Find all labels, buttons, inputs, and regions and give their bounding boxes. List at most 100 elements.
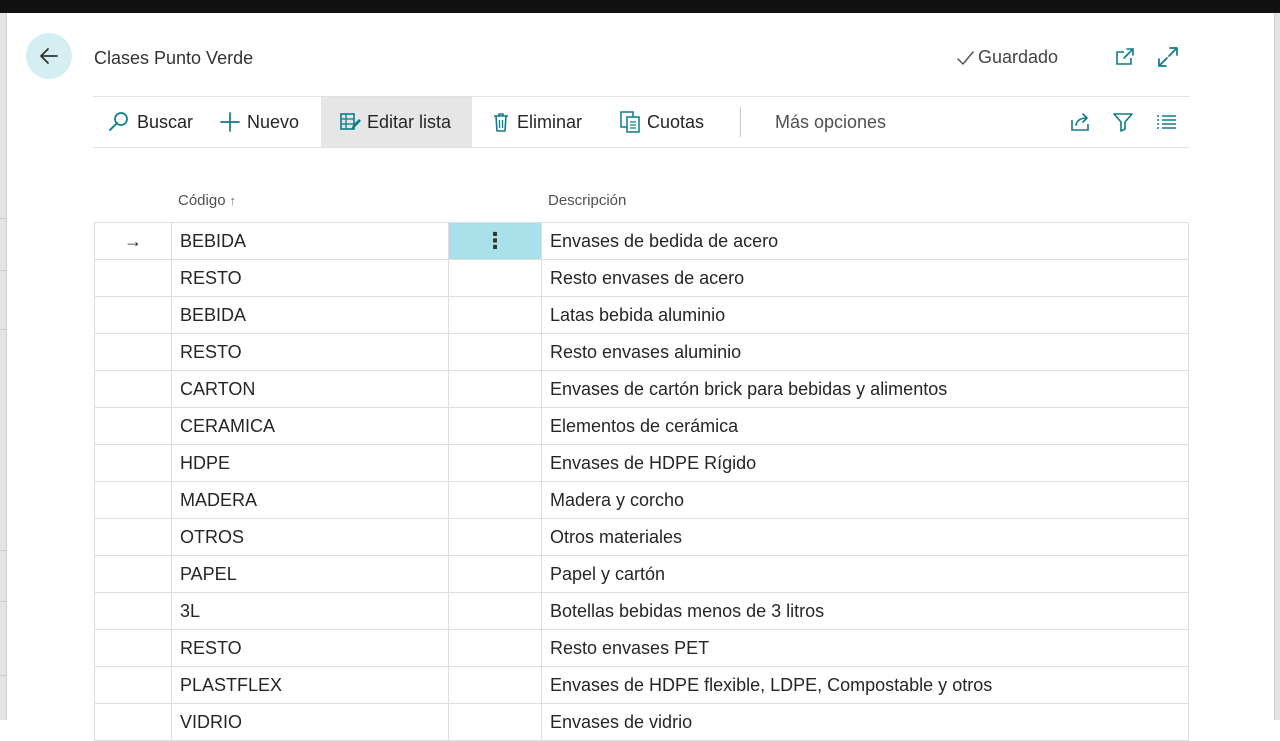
search-button[interactable]: Buscar	[107, 97, 193, 147]
description-cell[interactable]: Elementos de cerámica	[541, 407, 1189, 445]
table-row[interactable]: PAPEL Papel y cartón	[94, 555, 1189, 593]
table-row[interactable]: → BEBIDA ⋮ Envases de bedida de acero	[94, 222, 1189, 260]
code-cell[interactable]: HDPE	[171, 444, 449, 482]
table-row[interactable]: PLASTFLEX Envases de HDPE flexible, LDPE…	[94, 666, 1189, 704]
table-row[interactable]: RESTO Resto envases PET	[94, 629, 1189, 667]
action-bar: Buscar Nuevo Editar lista Eliminar Cuota…	[93, 96, 1189, 148]
sort-ascending-icon: ↑	[229, 193, 237, 208]
code-cell[interactable]: CARTON	[171, 370, 449, 408]
column-header-code-label: Código	[178, 192, 226, 209]
more-vertical-icon: ⋮	[484, 227, 506, 253]
description-cell[interactable]: Envases de vidrio	[541, 703, 1189, 741]
table-row[interactable]: VIDRIO Envases de vidrio	[94, 703, 1189, 741]
row-actions-cell[interactable]	[448, 481, 542, 519]
current-row-arrow-icon: →	[94, 222, 172, 260]
fees-document-icon	[620, 111, 640, 133]
row-actions-cell[interactable]	[448, 333, 542, 371]
delete-button[interactable]: Eliminar	[491, 97, 582, 147]
code-cell[interactable]: PLASTFLEX	[171, 666, 449, 704]
window-top-bar	[0, 0, 1280, 13]
code-cell[interactable]: OTROS	[171, 518, 449, 556]
column-header-description-label: Descripción	[548, 192, 627, 209]
row-indicator-cell	[94, 592, 172, 630]
more-options-button[interactable]: Más opciones	[775, 97, 886, 147]
row-indicator-cell	[94, 407, 172, 445]
row-actions-cell[interactable]	[448, 555, 542, 593]
row-indicator-cell	[94, 666, 172, 704]
column-header-code[interactable]: Código ↑	[178, 192, 236, 209]
row-indicator-cell	[94, 259, 172, 297]
code-cell[interactable]: CERAMICA	[171, 407, 449, 445]
description-cell[interactable]: Papel y cartón	[541, 555, 1189, 593]
row-indicator-cell	[94, 629, 172, 667]
search-icon	[109, 112, 128, 131]
description-cell[interactable]: Envases de HDPE flexible, LDPE, Composta…	[541, 666, 1189, 704]
back-button[interactable]	[26, 33, 72, 79]
row-actions-cell[interactable]	[448, 259, 542, 297]
description-cell[interactable]: Resto envases de acero	[541, 259, 1189, 297]
trash-icon	[494, 113, 508, 132]
row-indicator-cell	[94, 703, 172, 741]
edit-list-button[interactable]: Editar lista	[321, 97, 472, 147]
new-button[interactable]: Nuevo	[219, 97, 299, 147]
table-row[interactable]: RESTO Resto envases de acero	[94, 259, 1189, 297]
code-cell[interactable]: BEBIDA	[171, 296, 449, 334]
row-actions-cell[interactable]	[448, 444, 542, 482]
new-button-label: Nuevo	[247, 111, 300, 132]
plus-icon	[220, 112, 240, 132]
filter-icon[interactable]	[1111, 110, 1135, 134]
row-actions-cell[interactable]	[448, 407, 542, 445]
description-cell[interactable]: Envases de cartón brick para bebidas y a…	[541, 370, 1189, 408]
search-button-label: Buscar	[137, 111, 194, 132]
table-row[interactable]: CERAMICA Elementos de cerámica	[94, 407, 1189, 445]
code-cell[interactable]: 3L	[171, 592, 449, 630]
code-cell[interactable]: PAPEL	[171, 555, 449, 593]
saved-status-label: Guardado	[978, 47, 1059, 67]
fees-button[interactable]: Cuotas	[619, 97, 704, 147]
description-cell[interactable]: Resto envases aluminio	[541, 333, 1189, 371]
description-cell[interactable]: Resto envases PET	[541, 629, 1189, 667]
row-indicator-cell	[94, 370, 172, 408]
background-page-strip	[0, 13, 7, 720]
description-cell[interactable]: Latas bebida aluminio	[541, 296, 1189, 334]
edit-list-icon	[340, 113, 361, 130]
more-options-label: Más opciones	[775, 111, 887, 132]
table-row[interactable]: RESTO Resto envases aluminio	[94, 333, 1189, 371]
row-actions-cell[interactable]	[448, 666, 542, 704]
row-actions-cell[interactable]	[448, 629, 542, 667]
row-actions-cell[interactable]	[448, 370, 542, 408]
page-title: Clases Punto Verde	[94, 48, 254, 68]
expand-icon[interactable]	[1156, 45, 1180, 69]
code-cell[interactable]: VIDRIO	[171, 703, 449, 741]
table-row[interactable]: HDPE Envases de HDPE Rígido	[94, 444, 1189, 482]
description-cell[interactable]: Otros materiales	[541, 518, 1189, 556]
edit-list-button-label: Editar lista	[367, 111, 452, 132]
description-cell[interactable]: Envases de bedida de acero	[541, 222, 1189, 260]
code-cell[interactable]: RESTO	[171, 333, 449, 371]
open-in-new-window-icon[interactable]	[1113, 45, 1137, 69]
table-row[interactable]: OTROS Otros materiales	[94, 518, 1189, 556]
row-actions-cell[interactable]	[448, 703, 542, 741]
code-cell[interactable]: BEBIDA	[171, 222, 449, 260]
arrow-left-icon	[40, 48, 58, 64]
saved-status: Guardado	[955, 47, 1058, 68]
table-row[interactable]: 3L Botellas bebidas menos de 3 litros	[94, 592, 1189, 630]
row-actions-menu-button[interactable]: ⋮	[448, 222, 542, 260]
row-actions-cell[interactable]	[448, 592, 542, 630]
share-icon[interactable]	[1068, 110, 1092, 134]
code-cell[interactable]: MADERA	[171, 481, 449, 519]
delete-button-label: Eliminar	[517, 111, 583, 132]
list-view-icon[interactable]	[1154, 110, 1178, 134]
row-indicator-cell	[94, 333, 172, 371]
description-cell[interactable]: Envases de HDPE Rígido	[541, 444, 1189, 482]
code-cell[interactable]: RESTO	[171, 629, 449, 667]
row-actions-cell[interactable]	[448, 296, 542, 334]
code-cell[interactable]: RESTO	[171, 259, 449, 297]
table-row[interactable]: BEBIDA Latas bebida aluminio	[94, 296, 1189, 334]
table-row[interactable]: CARTON Envases de cartón brick para bebi…	[94, 370, 1189, 408]
column-header-description[interactable]: Descripción	[548, 192, 626, 209]
description-cell[interactable]: Madera y corcho	[541, 481, 1189, 519]
table-row[interactable]: MADERA Madera y corcho	[94, 481, 1189, 519]
description-cell[interactable]: Botellas bebidas menos de 3 litros	[541, 592, 1189, 630]
row-actions-cell[interactable]	[448, 518, 542, 556]
